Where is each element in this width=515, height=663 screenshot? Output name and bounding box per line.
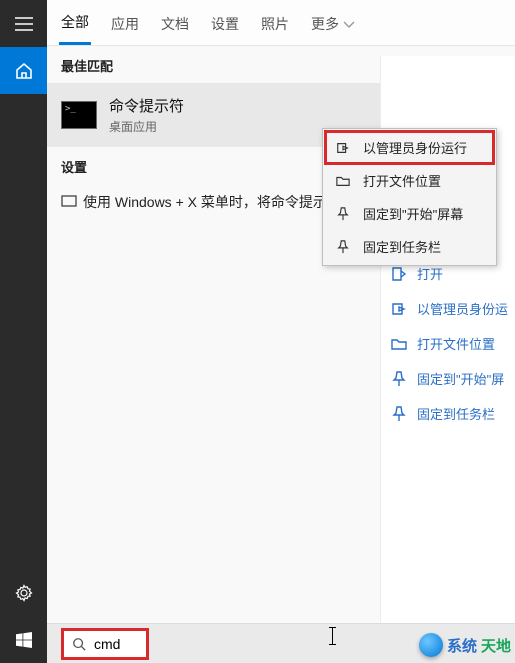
tab-apps[interactable]: 应用 [109,2,141,44]
home-button[interactable] [0,47,47,94]
detail-link-pin-start[interactable]: 固定到"开始"屏 [381,361,515,396]
tab-docs[interactable]: 文档 [159,2,191,44]
settings-item-icon [61,195,77,207]
gear-icon [15,584,33,602]
context-menu: 以管理员身份运行 打开文件位置 固定到"开始"屏幕 固定到任务栏 [322,128,497,266]
start-button[interactable] [0,616,47,663]
tab-more[interactable]: 更多 [309,2,357,44]
context-item-pin-taskbar[interactable]: 固定到任务栏 [325,230,494,263]
context-item-run-as-admin[interactable]: 以管理员身份运行 [325,131,494,164]
home-icon [15,62,33,80]
context-item-label: 打开文件位置 [363,171,441,190]
folder-open-icon [391,336,407,352]
site-watermark: 系统天地 [419,633,511,657]
detail-link-label: 固定到任务栏 [417,404,495,423]
open-icon [391,266,407,282]
detail-link-pin-taskbar[interactable]: 固定到任务栏 [381,396,515,431]
context-item-open-location[interactable]: 打开文件位置 [325,164,494,197]
text-cursor-icon [332,627,333,645]
watermark-logo-icon [419,633,443,657]
search-icon [72,637,86,651]
hamburger-icon [15,17,33,31]
pin-taskbar-icon [336,240,350,254]
tab-more-label: 更多 [311,16,339,32]
search-box[interactable] [61,628,149,660]
search-results-panel: 全部 应用 文档 设置 照片 更多 最佳匹配 命令提示符 桌面应用 设置 [47,0,515,663]
run-as-admin-icon [336,141,350,155]
filter-tabs: 全部 应用 文档 设置 照片 更多 [47,0,515,46]
folder-open-icon [336,174,350,188]
hamburger-button[interactable] [0,0,47,47]
chevron-down-icon [343,21,355,29]
cmd-icon [61,101,97,129]
detail-link-label: 打开 [417,264,443,283]
watermark-text-a: 系统 [447,635,477,656]
pin-start-icon [391,371,407,387]
search-bar: 系统天地 [47,623,515,663]
detail-link-location[interactable]: 打开文件位置 [381,326,515,361]
run-as-admin-icon [391,301,407,317]
left-rail [0,0,47,663]
tab-photos[interactable]: 照片 [259,2,291,44]
settings-button[interactable] [0,569,47,616]
detail-link-label: 以管理员身份运 [417,299,508,318]
detail-link-admin[interactable]: 以管理员身份运 [381,291,515,326]
detail-link-label: 固定到"开始"屏 [417,369,504,388]
context-item-label: 固定到"开始"屏幕 [363,204,463,223]
pin-taskbar-icon [391,406,407,422]
context-item-label: 固定到任务栏 [363,237,441,256]
detail-link-label: 打开文件位置 [417,334,495,353]
watermark-text-b: 天地 [481,635,511,656]
tab-all[interactable]: 全部 [59,0,91,45]
windows-icon [16,632,32,648]
context-item-pin-start[interactable]: 固定到"开始"屏幕 [325,197,494,230]
pin-start-icon [336,207,350,221]
tab-settings[interactable]: 设置 [209,2,241,44]
search-input[interactable] [94,636,138,652]
context-item-label: 以管理员身份运行 [363,138,467,157]
